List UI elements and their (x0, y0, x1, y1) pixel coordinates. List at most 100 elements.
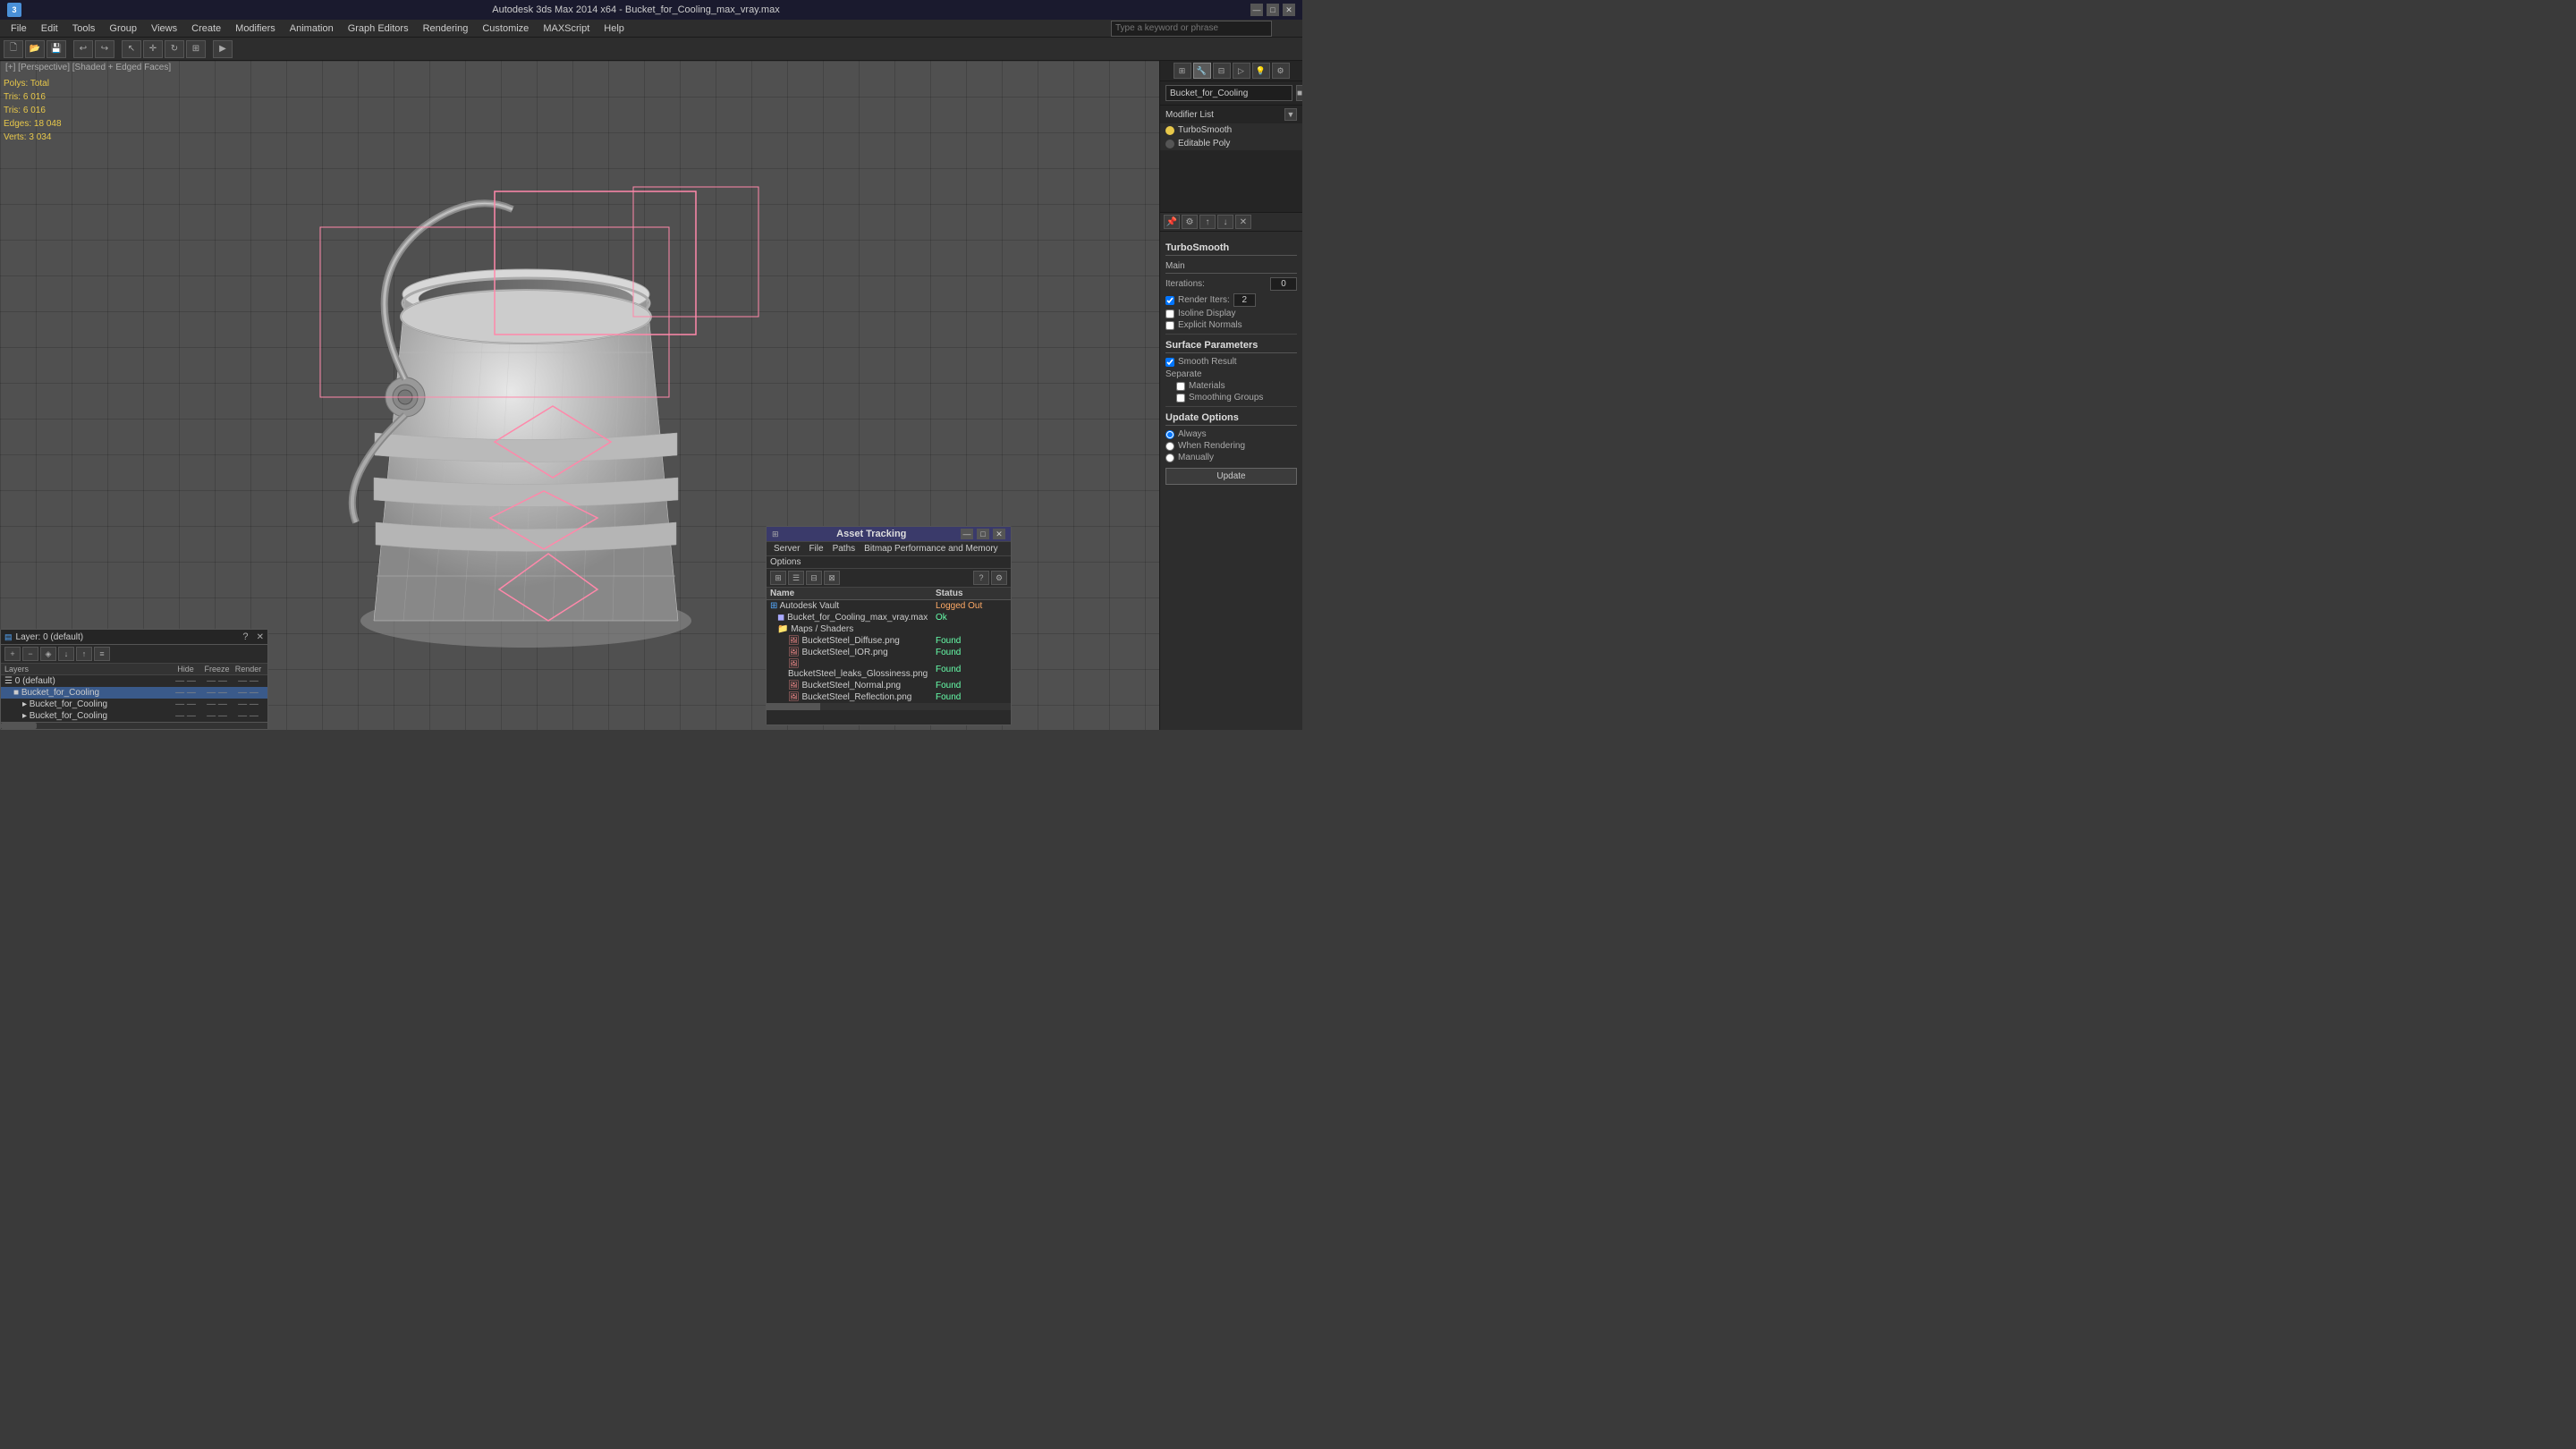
layers-close-btn[interactable]: ✕ (257, 632, 264, 642)
menu-views[interactable]: Views (144, 21, 184, 36)
update-button[interactable]: Update (1165, 468, 1297, 485)
asset-row-reflect[interactable]: 🖼 BucketSteel_Reflection.png Found (767, 691, 1011, 703)
menu-modifiers[interactable]: Modifiers (228, 21, 283, 36)
window-title: Autodesk 3ds Max 2014 x64 - Bucket_for_C… (21, 4, 1250, 15)
layer-moveup-btn[interactable]: ↑ (76, 647, 92, 661)
asset-menu-server[interactable]: Server (770, 543, 803, 555)
smoothing-groups-check[interactable] (1176, 394, 1185, 402)
asset-maps-name: 📁 Maps / Shaders (777, 624, 936, 634)
remove-modifier-btn[interactable]: ✕ (1235, 215, 1251, 229)
rotate-button[interactable]: ↻ (165, 40, 184, 58)
new-button[interactable]: 🗋 (4, 40, 23, 58)
menu-file[interactable]: File (4, 21, 34, 36)
menu-group[interactable]: Group (102, 21, 144, 36)
asset-tool-1[interactable]: ⊞ (770, 571, 786, 585)
modifier-list-dropdown[interactable]: ▼ (1284, 108, 1297, 121)
close-button[interactable]: ✕ (1283, 4, 1295, 16)
polys-val: Tris: 6 016 (4, 90, 62, 104)
search-input[interactable] (1111, 21, 1272, 37)
materials-label: Materials (1189, 381, 1225, 391)
asset-close-btn[interactable]: ✕ (993, 529, 1005, 539)
modifier-turbosmooth[interactable]: TurboSmooth (1160, 123, 1302, 137)
modifier-editablepoly[interactable]: Editable Poly (1160, 137, 1302, 150)
asset-row-maxfile[interactable]: ◼ Bucket_for_Cooling_max_vray.max Ok (767, 612, 1011, 623)
layers-scrollbar[interactable] (1, 722, 267, 729)
save-button[interactable]: 💾 (47, 40, 66, 58)
asset-tool-2[interactable]: ☰ (788, 571, 804, 585)
move-down-btn[interactable]: ↓ (1217, 215, 1233, 229)
asset-row-maps[interactable]: 📁 Maps / Shaders (767, 623, 1011, 635)
asset-row-vault[interactable]: ⊞ Autodesk Vault Logged Out (767, 600, 1011, 612)
menu-customize[interactable]: Customize (475, 21, 536, 36)
manually-label: Manually (1178, 453, 1214, 462)
menu-maxscript[interactable]: MAXScript (536, 21, 597, 36)
layer-add-btn[interactable]: + (4, 647, 21, 661)
asset-row-normal[interactable]: 🖼 BucketSteel_Normal.png Found (767, 680, 1011, 691)
open-button[interactable]: 📂 (25, 40, 45, 58)
menu-graph-editors[interactable]: Graph Editors (341, 21, 416, 36)
iterations-input[interactable] (1270, 277, 1297, 291)
menu-tools[interactable]: Tools (65, 21, 103, 36)
viewport[interactable]: [+] [Perspective] [Shaded + Edged Faces]… (0, 61, 1159, 730)
menu-help[interactable]: Help (597, 21, 631, 36)
manually-radio[interactable] (1165, 453, 1174, 462)
panel-utilities-tab[interactable]: ⚙ (1272, 63, 1290, 79)
isoline-check[interactable] (1165, 309, 1174, 318)
select-button[interactable]: ↖ (122, 40, 141, 58)
asset-row-diffuse[interactable]: 🖼 BucketSteel_Diffuse.png Found (767, 635, 1011, 647)
materials-check[interactable] (1176, 382, 1185, 391)
object-color-swatch[interactable]: ■ (1296, 85, 1302, 101)
panel-hierarchy-tab[interactable]: ⊟ (1213, 63, 1231, 79)
smooth-result-check[interactable] (1165, 358, 1174, 367)
layer-row-bucket[interactable]: ■ Bucket_for_Cooling — — — — — — (1, 687, 267, 699)
render-button[interactable]: ▶ (213, 40, 233, 58)
panel-create-tab[interactable]: ⊞ (1174, 63, 1191, 79)
menu-edit[interactable]: Edit (34, 21, 65, 36)
layer-props-btn[interactable]: ≡ (94, 647, 110, 661)
panel-modify-tab[interactable]: 🔧 (1193, 63, 1211, 79)
asset-menu-options[interactable]: Options (767, 556, 1011, 569)
menu-create[interactable]: Create (184, 21, 228, 36)
move-button[interactable]: ✛ (143, 40, 163, 58)
render-iters-check[interactable] (1165, 296, 1174, 305)
asset-menu-paths[interactable]: Paths (829, 543, 860, 555)
configure-btn[interactable]: ⚙ (1182, 215, 1198, 229)
asset-tool-settings[interactable]: ⚙ (991, 571, 1007, 585)
panel-display-tab[interactable]: 💡 (1252, 63, 1270, 79)
scale-button[interactable]: ⊞ (186, 40, 206, 58)
layer-del-btn[interactable]: − (22, 647, 38, 661)
asset-menu-file[interactable]: File (805, 543, 826, 555)
layer-sel-btn[interactable]: ◈ (40, 647, 56, 661)
redo-button[interactable]: ↪ (95, 40, 114, 58)
asset-row-gloss[interactable]: 🖼 BucketSteel_leaks_Glossiness.png Found (767, 658, 1011, 680)
menu-rendering[interactable]: Rendering (416, 21, 476, 36)
asset-minimize-btn[interactable]: — (961, 529, 973, 539)
minimize-button[interactable]: — (1250, 4, 1263, 16)
stats-panel: Polys: Total Tris: 6 016 Tris: 6 016 Edg… (4, 77, 62, 144)
object-name-input[interactable] (1165, 85, 1292, 101)
maximize-button[interactable]: □ (1267, 4, 1279, 16)
asset-maximize-btn[interactable]: □ (977, 529, 989, 539)
undo-button[interactable]: ↩ (73, 40, 93, 58)
layers-help-btn[interactable]: ? (242, 631, 248, 642)
asset-tool-3[interactable]: ⊟ (806, 571, 822, 585)
asset-tool-help[interactable]: ? (973, 571, 989, 585)
panel-motion-tab[interactable]: ▷ (1233, 63, 1250, 79)
asset-row-ior[interactable]: 🖼 BucketSteel_IOR.png Found (767, 647, 1011, 658)
layer-row-bucket2[interactable]: ▸ Bucket_for_Cooling — — — — — — (1, 699, 267, 710)
layer-move-btn[interactable]: ↓ (58, 647, 74, 661)
asset-win-controls: — □ ✕ (961, 529, 1005, 539)
asset-menu-bitmap[interactable]: Bitmap Performance and Memory (860, 543, 1002, 555)
layer-row-bucket3[interactable]: ▸ Bucket_for_Cooling — — — — — — (1, 710, 267, 722)
menu-animation[interactable]: Animation (283, 21, 341, 36)
layer-row-0[interactable]: ☰ 0 (default) — — — — — — (1, 675, 267, 687)
always-radio[interactable] (1165, 430, 1174, 439)
asset-scrollbar[interactable] (767, 703, 1011, 710)
pin-stack-btn[interactable]: 📌 (1164, 215, 1180, 229)
render-iters-input[interactable] (1233, 293, 1256, 307)
asset-tool-4[interactable]: ⊠ (824, 571, 840, 585)
explicit-normals-check[interactable] (1165, 321, 1174, 330)
move-up-btn[interactable]: ↑ (1199, 215, 1216, 229)
update-options-title: Update Options (1165, 412, 1297, 426)
when-rendering-radio[interactable] (1165, 442, 1174, 451)
